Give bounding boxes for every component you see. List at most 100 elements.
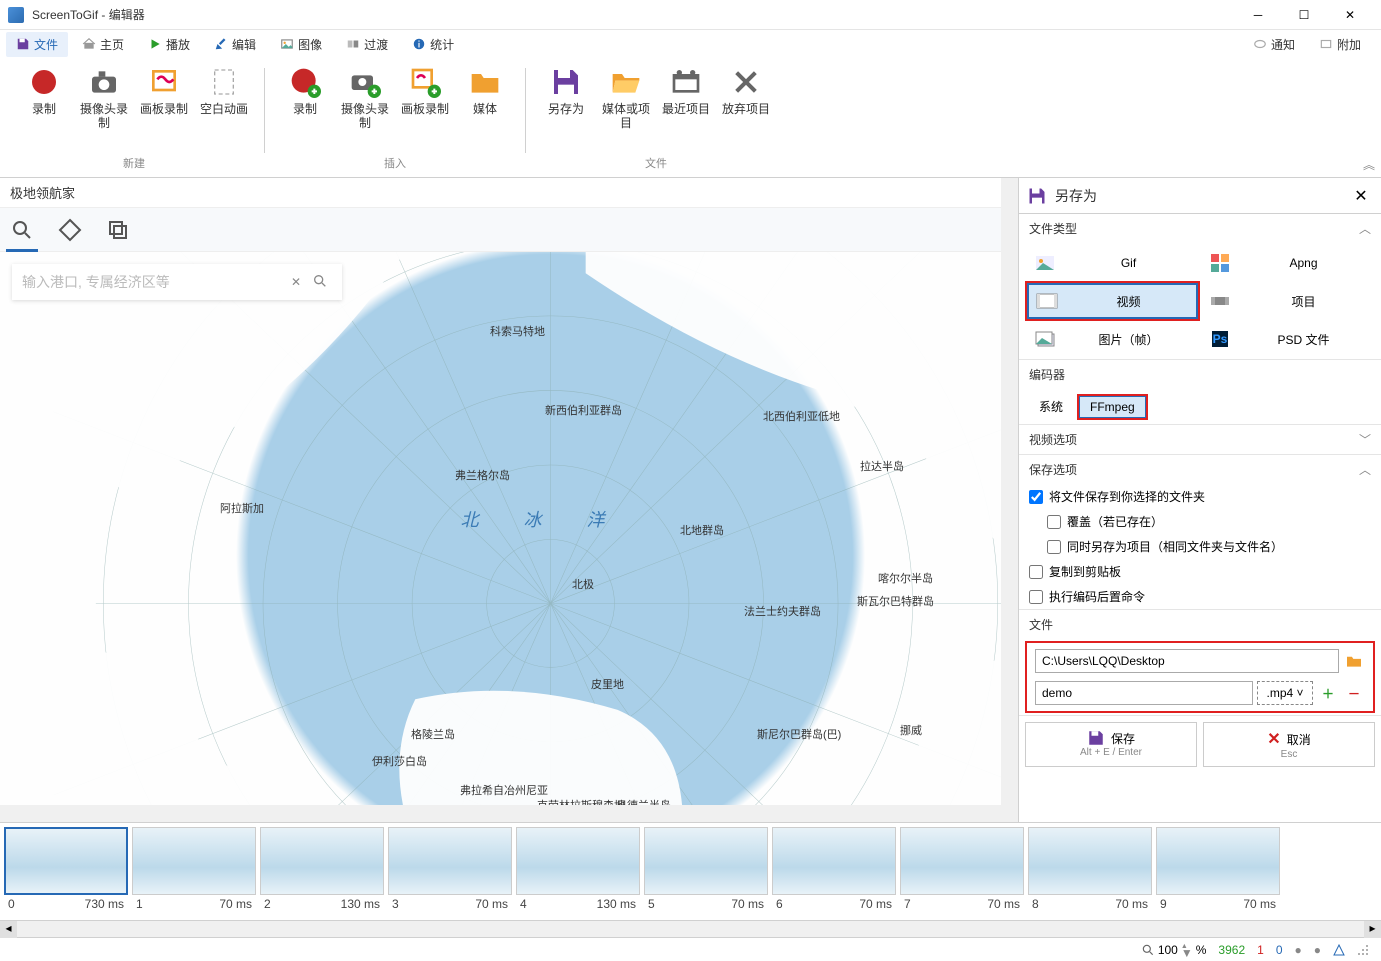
frame-thumb-8[interactable]: 870 ms [1028,827,1152,920]
ribbon-board[interactable]: 画板录制 [134,62,194,153]
menu-tab-3[interactable]: 编辑 [204,32,266,57]
file-name-input[interactable] [1035,681,1253,705]
map-search-clear-icon[interactable]: ✕ [284,275,308,289]
scroll-left-button[interactable]: ◂ [0,921,17,938]
menu-tab-4[interactable]: 图像 [270,32,332,57]
filetype-视频[interactable]: 视频 [1027,283,1198,319]
video-options-header[interactable]: 视频选项 ﹀ [1019,425,1381,454]
thumbnails-scrollbar[interactable]: ◂ ▸ [0,920,1381,937]
filetype-图片（帧）[interactable]: 图片（帧） [1027,323,1198,355]
remove-preset-button[interactable]: － [1343,682,1365,704]
frame-thumb-5[interactable]: 570 ms [644,827,768,920]
add-preset-button[interactable]: ＋ [1317,682,1339,704]
scroll-right-button[interactable]: ▸ [1364,921,1381,938]
map-search-input[interactable] [22,274,284,290]
zoom-control[interactable]: 100 ▲▼ % [1135,943,1213,957]
ribbon-blank[interactable]: 空白动画 [194,62,254,153]
save-options-header[interactable]: 保存选项 ︿ [1019,455,1381,484]
ribbon-camera[interactable]: 摄像头录制 [74,62,134,153]
filetype-section-header[interactable]: 文件类型 ︿ [1019,214,1381,243]
frame-thumb-3[interactable]: 370 ms [388,827,512,920]
ribbon-record[interactable]: 录制 [14,62,74,153]
encoder-系统[interactable]: 系统 [1029,395,1073,418]
close-icon: ✕ [1267,729,1280,749]
checkbox[interactable] [1029,490,1043,504]
ribbon-record-plus[interactable]: 录制 [275,62,335,153]
map-place-label: 新西伯利亚群岛 [545,402,622,418]
menu-tab-2[interactable]: 播放 [138,32,200,57]
save-icon [16,37,30,51]
close-button[interactable]: ✕ [1327,0,1373,30]
file-path-input[interactable] [1035,649,1339,673]
gif-icon [1033,251,1057,275]
filetype-项目[interactable]: 项目 [1202,283,1373,319]
menu-tab-6[interactable]: 统计 [402,32,464,57]
map-tab-search[interactable] [10,218,34,242]
panel-close-button[interactable]: ✕ [1349,186,1373,206]
status-resize-grip[interactable] [1351,944,1375,956]
map-canvas[interactable]: ✕ 北 冰 洋 阿拉斯加新西伯利亚群岛北地群岛北西伯利亚低地拉达半岛喀尔尔半岛法… [0,252,1001,805]
menu-tab-1[interactable]: 主页 [72,32,134,57]
frame-thumb-7[interactable]: 770 ms [900,827,1024,920]
save-option-3[interactable]: 复制到剪贴板 [1019,559,1381,584]
filetype-gif[interactable]: Gif [1027,247,1198,279]
checkbox[interactable] [1047,515,1061,529]
save-option-2[interactable]: 同时另存为项目（相同文件夹与文件名） [1019,534,1381,559]
ribbon-collapse-button[interactable]: ︽ [1363,156,1375,173]
cancel-button[interactable]: ✕ 取消 Esc [1203,722,1375,767]
preview-pane: 极地领航家 [0,178,1019,822]
save-option-1[interactable]: 覆盖（若已存在） [1019,509,1381,534]
thumb-image [644,827,768,895]
frame-thumb-0[interactable]: 0730 ms [4,827,128,920]
map-search-go-icon[interactable] [308,273,332,292]
menu-right-1[interactable]: 附加 [1309,32,1371,57]
ribbon-save-as[interactable]: 另存为 [536,62,596,153]
map-tab-layers[interactable] [106,218,130,242]
images-icon [1033,327,1057,351]
frame-thumb-4[interactable]: 4130 ms [516,827,640,920]
ribbon-board-plus[interactable]: 画板录制 [395,62,455,153]
save-button[interactable]: 保存 Alt + E / Enter [1025,722,1197,767]
map-place-label: 北西伯利亚低地 [763,408,840,424]
preview-scrollbar-horizontal[interactable] [0,805,1001,822]
bell-icon [1253,37,1267,51]
ribbon-recent[interactable]: 最近项目 [656,62,716,153]
map-tab-route[interactable] [58,218,82,242]
checkbox[interactable] [1029,590,1043,604]
window-title: ScreenToGif - 编辑器 [32,6,1235,23]
encoder-ffmpeg[interactable]: FFmpeg [1079,396,1146,418]
ribbon-folder-open[interactable]: 媒体或项目 [596,62,656,153]
preview-scrollbar-vertical[interactable] [1001,178,1018,822]
save-option-0[interactable]: 将文件保存到你选择的文件夹 [1019,484,1381,509]
checkbox[interactable] [1029,565,1043,579]
frame-thumb-9[interactable]: 970 ms [1156,827,1280,920]
minimize-button[interactable]: ─ [1235,0,1281,30]
discard-icon [730,66,762,98]
filetype-psd 文件[interactable]: PsPSD 文件 [1202,323,1373,355]
map-place-label: 阿拉斯加 [220,500,264,516]
maximize-button[interactable]: ☐ [1281,0,1327,30]
camera-plus-icon [349,66,381,98]
file-ext-select[interactable]: .mp4 ˅ [1257,681,1313,705]
file-section-header: 文件 [1019,610,1381,639]
checkbox[interactable] [1047,540,1061,554]
map-place-label: 挪威 [900,722,922,738]
menu-right-0[interactable]: 通知 [1243,32,1305,57]
browse-folder-button[interactable] [1343,650,1365,672]
blank-icon [208,66,240,98]
app-icon [8,7,24,23]
ribbon-folder[interactable]: 媒体 [455,62,515,153]
save-option-4[interactable]: 执行编码后置命令 [1019,584,1381,609]
filetype-apng[interactable]: Apng [1202,247,1373,279]
menu-tab-0[interactable]: 文件 [6,32,68,57]
frame-thumb-2[interactable]: 2130 ms [260,827,384,920]
frame-thumb-6[interactable]: 670 ms [772,827,896,920]
record-plus-icon [289,66,321,98]
ribbon-discard[interactable]: 放弃项目 [716,62,776,153]
transition-icon [346,37,360,51]
map-place-label: 克劳林拉斯穆森地 [537,797,625,805]
ribbon-camera-plus[interactable]: 摄像头录制 [335,62,395,153]
frame-thumb-1[interactable]: 170 ms [132,827,256,920]
map-place-label: 喀尔尔半岛 [878,570,933,586]
menu-tab-5[interactable]: 过渡 [336,32,398,57]
